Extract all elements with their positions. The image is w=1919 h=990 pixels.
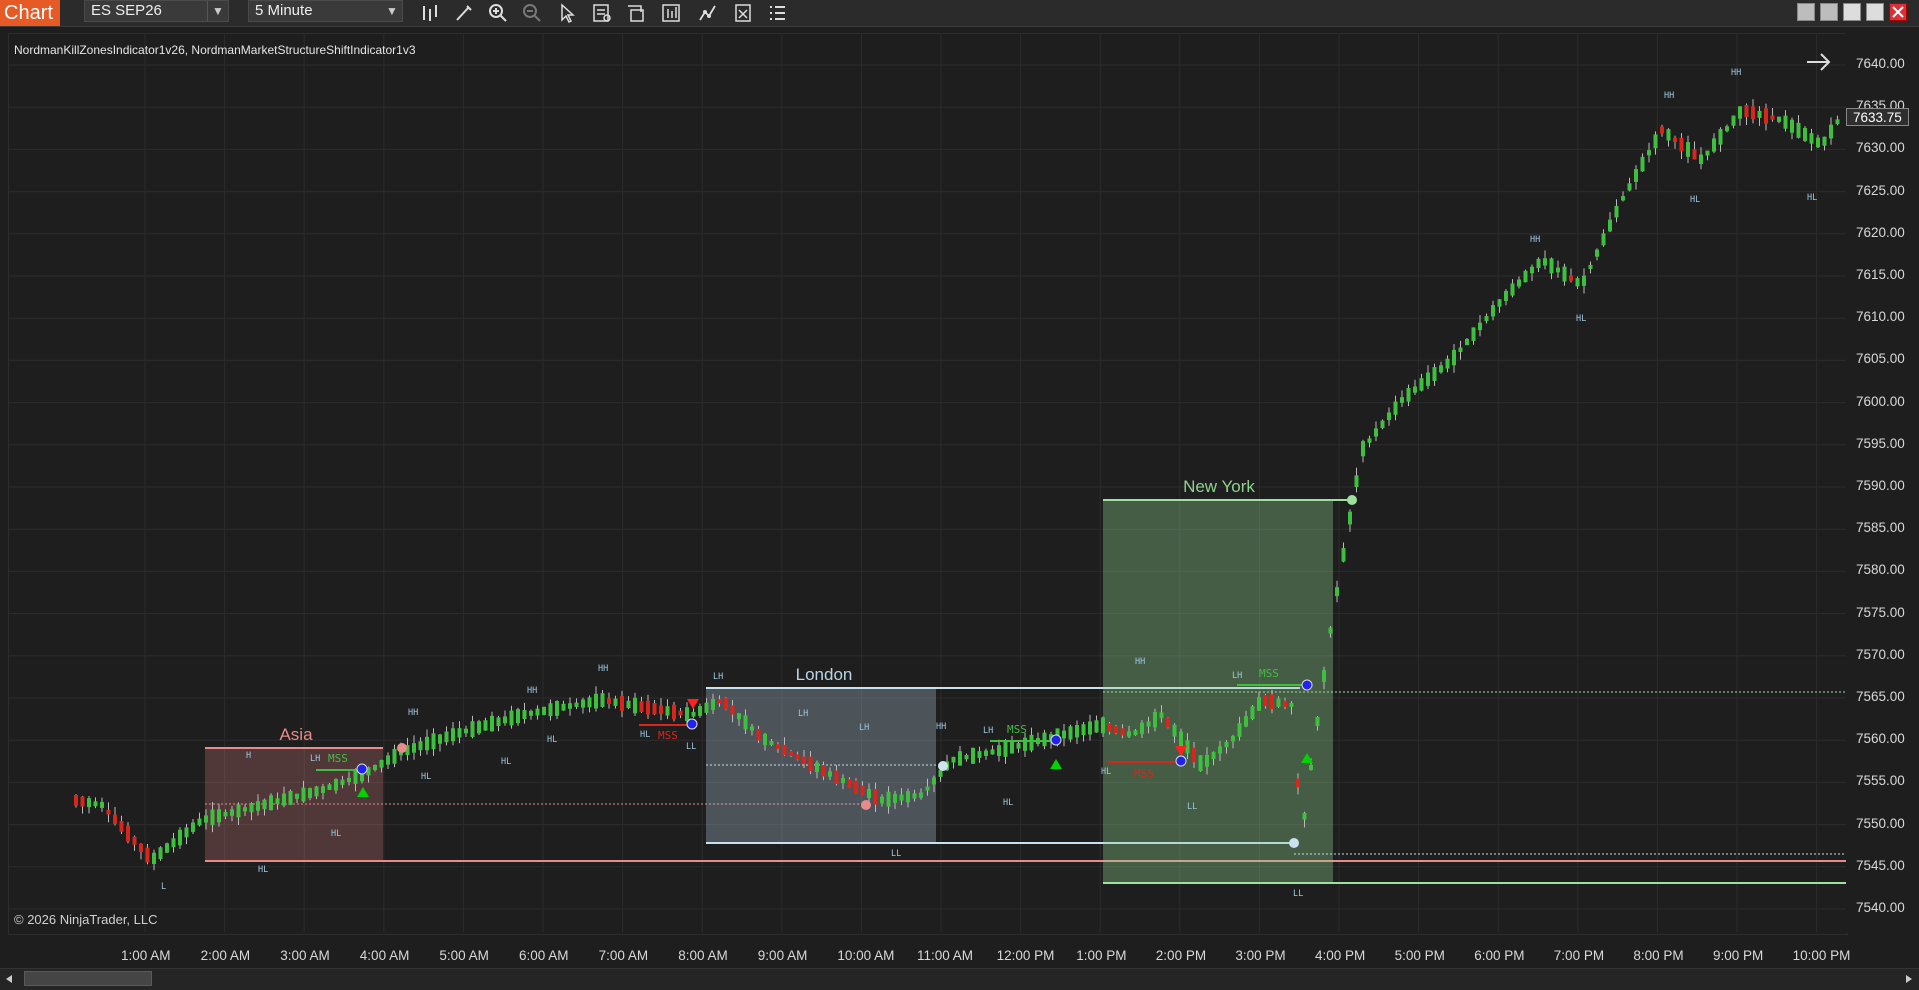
indicators-label: NordmanKillZonesIndicator1v26, NordmanMa… xyxy=(14,43,416,57)
price-label: 7630.00 xyxy=(1856,140,1905,156)
copyright-text: © 2026 NinjaTrader, LLC xyxy=(14,912,158,927)
price-label: 7600.00 xyxy=(1856,393,1905,409)
price-label: 7640.00 xyxy=(1856,56,1905,71)
price-label: 7560.00 xyxy=(1856,731,1905,747)
close-button[interactable] xyxy=(1889,3,1907,21)
price-label: 7565.00 xyxy=(1856,689,1905,704)
time-label: 5:00 AM xyxy=(439,948,489,963)
draw-pencil-icon[interactable] xyxy=(453,2,475,24)
time-label: 6:00 AM xyxy=(519,948,569,963)
price-label: 7585.00 xyxy=(1856,520,1905,536)
instrument-value: ES SEP26 xyxy=(91,2,162,19)
bar-style-icon[interactable] xyxy=(419,2,441,24)
maximize-window-button[interactable] xyxy=(1820,3,1838,21)
zoom-out-icon[interactable] xyxy=(521,2,543,24)
time-label: 9:00 PM xyxy=(1713,948,1764,963)
interval-selector[interactable]: 5 Minute ▼ xyxy=(248,0,403,22)
scroll-right-icon[interactable] xyxy=(1904,974,1914,984)
chevron-down-icon[interactable]: ▼ xyxy=(207,1,228,21)
price-label: 7540.00 xyxy=(1856,900,1905,915)
price-label: 7555.00 xyxy=(1856,773,1905,789)
time-label: 5:00 PM xyxy=(1394,948,1445,963)
pop-out-button[interactable] xyxy=(1866,3,1884,21)
chart-toolbar: Chart ES SEP26 ▼ 5 Minute ▼ xyxy=(0,0,1919,27)
price-label: 7615.00 xyxy=(1856,267,1905,282)
time-label: 10:00 AM xyxy=(837,948,895,963)
scroll-left-icon[interactable] xyxy=(4,974,14,984)
time-label: 7:00 PM xyxy=(1553,948,1605,963)
price-label: 7625.00 xyxy=(1856,182,1905,198)
time-label: 10:00 PM xyxy=(1792,948,1851,963)
price-label: 7610.00 xyxy=(1856,309,1905,325)
time-label: 8:00 AM xyxy=(678,948,728,963)
time-label: 11:00 AM xyxy=(917,948,974,963)
time-label: 4:00 PM xyxy=(1315,948,1366,963)
list-icon[interactable] xyxy=(766,2,788,24)
chart-panel[interactable] xyxy=(8,33,1848,935)
time-label: 4:00 AM xyxy=(359,948,410,963)
restore-window-button[interactable] xyxy=(1797,3,1815,21)
price-label: 7550.00 xyxy=(1856,815,1905,831)
pointer-icon[interactable] xyxy=(556,2,578,24)
window-title: Chart xyxy=(0,0,60,26)
price-label: 7575.00 xyxy=(1856,604,1905,620)
price-label: 7580.00 xyxy=(1856,562,1905,578)
time-label: 1:00 AM xyxy=(121,948,171,963)
price-label: 7545.00 xyxy=(1856,857,1905,873)
price-label: 7570.00 xyxy=(1856,646,1905,662)
time-label: 2:00 PM xyxy=(1155,948,1207,963)
time-label: 1:00 PM xyxy=(1076,948,1127,963)
scrollbar-thumb[interactable] xyxy=(24,971,152,986)
strategies-icon[interactable] xyxy=(697,2,719,24)
minimize-button[interactable] xyxy=(1843,3,1861,21)
zoom-in-icon[interactable] xyxy=(487,2,509,24)
time-label: 9:00 AM xyxy=(757,948,808,963)
chart-trader-icon[interactable] xyxy=(660,2,682,24)
properties-icon[interactable] xyxy=(625,2,647,24)
time-label: 2:00 AM xyxy=(200,948,251,963)
time-label: 6:00 PM xyxy=(1474,948,1525,963)
data-box-icon[interactable] xyxy=(591,2,613,24)
instrument-selector[interactable]: ES SEP26 ▼ xyxy=(84,0,229,22)
time-label: 12:00 PM xyxy=(996,948,1055,963)
current-price-marker: 7633.75 xyxy=(1846,108,1909,126)
time-label: 3:00 PM xyxy=(1235,948,1286,963)
price-label: 7605.00 xyxy=(1856,351,1905,367)
price-label: 7620.00 xyxy=(1856,224,1905,240)
horizontal-scrollbar[interactable] xyxy=(0,968,1919,990)
time-label: 8:00 PM xyxy=(1633,948,1684,963)
chevron-down-icon[interactable]: ▼ xyxy=(382,1,402,21)
time-label: 3:00 AM xyxy=(280,948,330,963)
price-label: 7595.00 xyxy=(1856,435,1905,451)
calculator-icon[interactable] xyxy=(732,2,754,24)
time-label: 7:00 AM xyxy=(598,948,649,963)
price-label: 7590.00 xyxy=(1856,478,1905,493)
close-icon xyxy=(1892,6,1904,18)
interval-value: 5 Minute xyxy=(255,2,313,19)
